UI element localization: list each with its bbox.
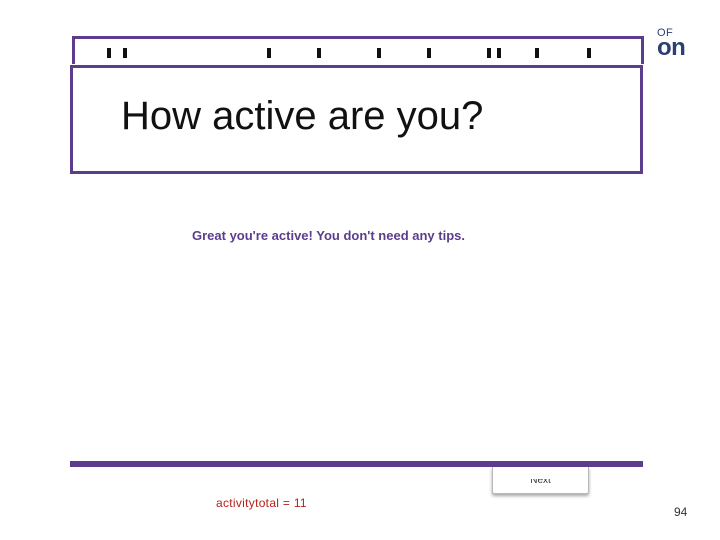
background-window-cut-off-text — [95, 48, 595, 60]
next-button-label: Next — [530, 475, 551, 486]
activity-total-variable: activitytotal = 11 — [216, 496, 307, 510]
next-button[interactable]: Next — [492, 467, 589, 494]
title-box: How active are you? — [70, 65, 643, 174]
result-message: Great you're active! You don't need any … — [192, 228, 465, 243]
page-title: How active are you? — [121, 94, 484, 138]
logo-text-on: on — [657, 34, 686, 61]
page-number: 94 — [674, 505, 688, 519]
